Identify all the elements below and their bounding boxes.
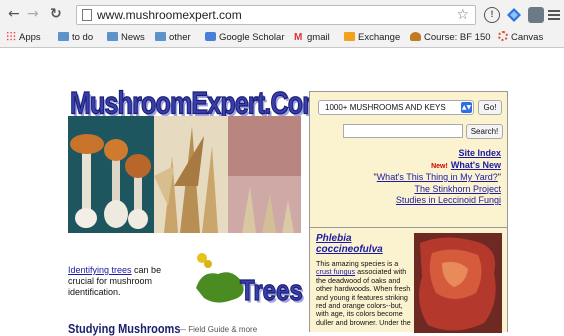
- trees-intro-text: Identifying trees can be crucial for mus…: [68, 265, 162, 297]
- site-index-link[interactable]: Site Index: [458, 148, 501, 158]
- gmail-icon: M: [294, 32, 303, 43]
- course-icon: [410, 32, 421, 41]
- exchange-icon: [344, 32, 355, 41]
- stinkhorn-project-link[interactable]: The Stinkhorn Project: [414, 184, 501, 194]
- bookmark-to-do[interactable]: to do: [58, 31, 93, 44]
- bookmarks-bar: Apps to do News other Google Scholar Mgm…: [0, 28, 564, 46]
- scholar-icon: [205, 32, 216, 41]
- select-arrows-icon: ▲▼: [461, 102, 472, 113]
- folder-icon: [58, 32, 69, 41]
- square-extension-icon[interactable]: [528, 7, 544, 23]
- bookmark-gmail[interactable]: Mgmail: [294, 31, 330, 44]
- bookmark-star-icon[interactable]: ☆: [456, 7, 469, 23]
- canvas-icon: [498, 31, 508, 41]
- menu-icon[interactable]: [548, 7, 564, 23]
- bookmark-course-bf150[interactable]: Course: BF 150: [410, 31, 491, 44]
- navigation-panel: 1000+ MUSHROOMS AND KEYS ▲▼ Go! Search! …: [309, 91, 508, 233]
- info-extension-icon[interactable]: !: [484, 7, 500, 23]
- identifying-trees-link[interactable]: Identifying trees: [68, 265, 132, 275]
- trees-logo-word: Trees: [240, 274, 304, 308]
- url-bar[interactable]: www.mushroomexpert.com ☆: [76, 5, 476, 25]
- apps-grid-icon: [6, 31, 16, 41]
- featured-species-title-link[interactable]: Phlebia coccineofulva: [316, 233, 406, 255]
- bookmark-apps[interactable]: Apps: [6, 31, 41, 44]
- studying-mushrooms-heading[interactable]: Studying Mushrooms: [68, 322, 180, 336]
- mushroom-keys-select[interactable]: 1000+ MUSHROOMS AND KEYS ▲▼: [318, 100, 474, 115]
- amanita-mushroom-photo[interactable]: [68, 116, 154, 233]
- folder-icon: [155, 32, 166, 41]
- search-button[interactable]: Search!: [466, 124, 503, 139]
- browser-chrome: ← → ↻ www.mushroomexpert.com ☆ ! Apps to…: [0, 0, 564, 48]
- studying-mushrooms-subtitle: — Field Guide & more: [178, 325, 258, 334]
- bookmark-google-scholar[interactable]: Google Scholar: [205, 31, 284, 44]
- bookmark-other[interactable]: other: [155, 31, 191, 44]
- site-search-input[interactable]: [343, 124, 463, 138]
- leccinoid-fungi-link[interactable]: Studies in Leccinoid Fungi: [396, 195, 501, 205]
- bookmark-exchange[interactable]: Exchange: [344, 31, 400, 44]
- forward-arrow-icon[interactable]: →: [27, 6, 39, 22]
- phlebia-photo[interactable]: [414, 233, 502, 333]
- bookmark-news[interactable]: News: [107, 31, 145, 44]
- back-arrow-icon[interactable]: ←: [8, 6, 20, 22]
- web-page: MushroomExpert.Com Identifying trees can…: [0, 49, 564, 336]
- address-bar-row: ← → ↻ www.mushroomexpert.com ☆ !: [0, 4, 564, 26]
- page-icon: [82, 9, 92, 21]
- folder-icon: [107, 32, 118, 41]
- url-text: www.mushroomexpert.com: [97, 8, 242, 22]
- go-button[interactable]: Go!: [478, 100, 502, 115]
- bookmark-canvas[interactable]: Canvas: [498, 31, 543, 44]
- featured-species-box: Phlebia coccineofulva This amazing speci…: [309, 227, 508, 333]
- blue-shield-extension-icon[interactable]: [506, 7, 522, 23]
- whats-in-my-yard-link[interactable]: What's This Thing in My Yard?: [377, 172, 498, 182]
- coral-fungus-photo[interactable]: [154, 116, 228, 233]
- microscope-spores-photo[interactable]: [228, 116, 301, 233]
- featured-species-description: This amazing species is a crust fungus a…: [316, 259, 411, 327]
- whats-new-link[interactable]: What's New: [451, 160, 501, 170]
- new-badge: New!: [431, 162, 448, 170]
- reload-icon[interactable]: ↻: [50, 6, 62, 22]
- panel-links: Site Index New! What's New "What's This T…: [373, 148, 501, 205]
